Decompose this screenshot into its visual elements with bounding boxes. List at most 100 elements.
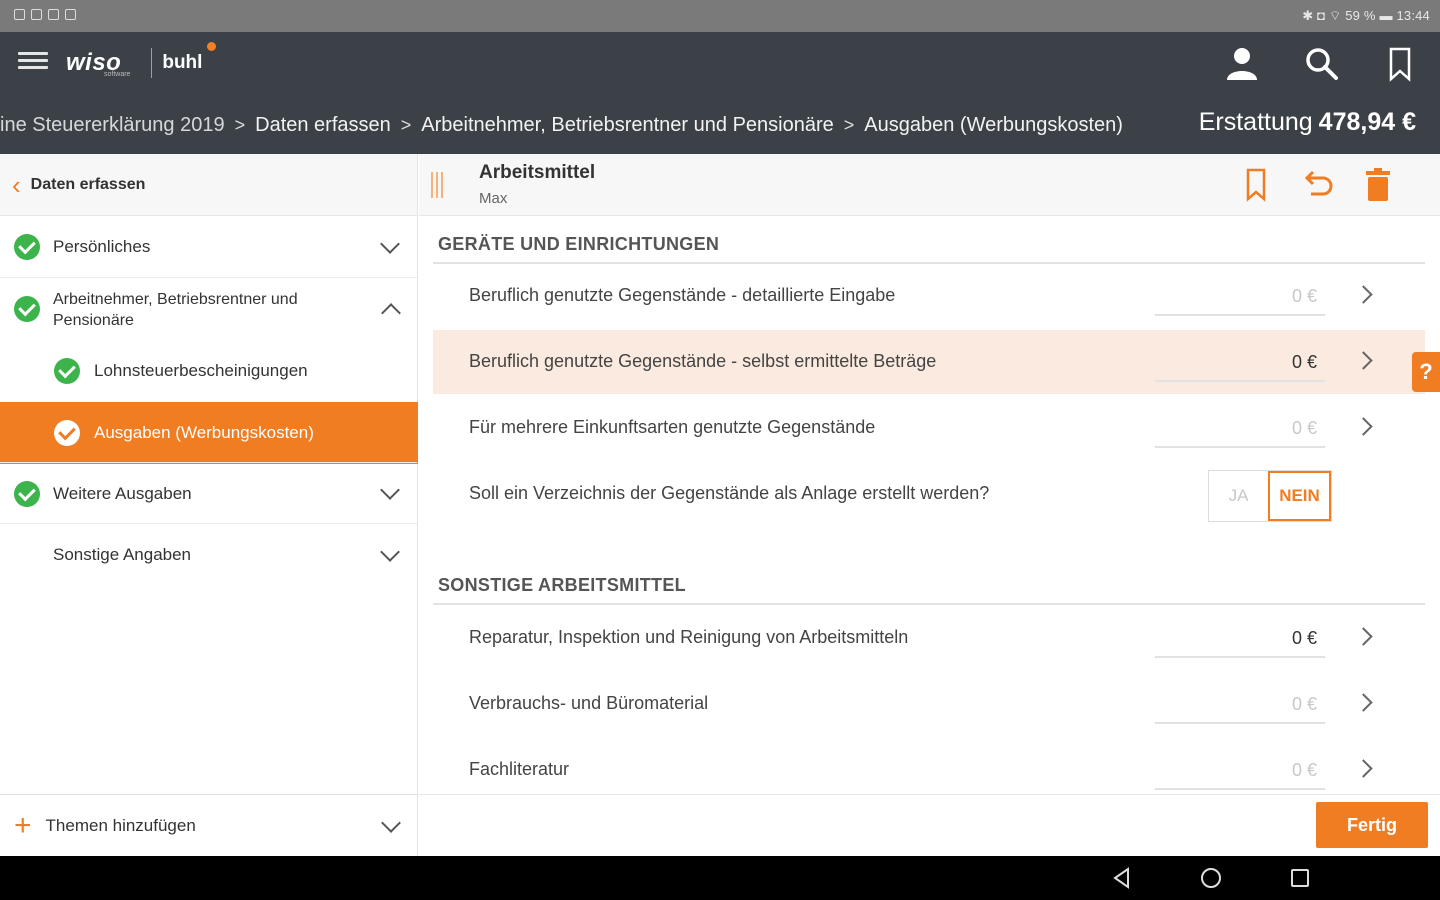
item-label: Fachliteratur [469,759,570,779]
sidebar-item-ausgaben[interactable]: Ausgaben (Werbungskosten) [0,402,418,464]
home-circle-icon[interactable] [1199,866,1223,890]
breadcrumb-item[interactable]: Daten erfassen [255,114,391,137]
breadcrumb-separator-icon: > [843,114,855,135]
status-info: ✱ ◘ ⌔ 59 % ▬ 13:44 [1302,8,1430,23]
chevron-right-icon [1354,627,1373,646]
item-label: Reparatur, Inspektion und Reinigung von … [469,627,909,647]
amount-field[interactable]: 0 € [1155,344,1325,382]
list-item[interactable]: Beruflich genutzte Gegenstände - selbst … [433,330,1425,394]
bookmark-icon[interactable] [1237,166,1275,204]
list-item[interactable]: Verbrauchs- und Büromaterial 0 € [433,672,1425,736]
status-bar: ✱ ◘ ⌔ 59 % ▬ 13:44 [0,0,1440,32]
sidebar-item-label: Persönliches [53,237,151,256]
chevron-down-icon [380,233,400,254]
main-panel: Arbeitsmittel Max GERÄTE UND EINRICHTUNG… [419,154,1440,856]
chevron-down-icon [381,812,401,833]
list-item[interactable]: Fachliteratur 0 € [433,738,1425,802]
page-title: Arbeitsmittel [479,162,596,183]
amount-field[interactable]: 0 € [1155,620,1325,658]
breadcrumb-separator-icon: > [234,114,246,135]
item-label: Verbrauchs- und Büromaterial [469,693,709,713]
section-title: GERÄTE UND EINRICHTUNGEN [438,234,720,254]
section-divider [433,603,1425,605]
chevron-down-icon [380,480,400,500]
sidebar-item-weitere-ausgaben[interactable]: Weitere Ausgaben [0,462,417,524]
check-icon [54,358,80,384]
page-footer: Fertig [419,794,1440,856]
breadcrumb-item[interactable]: ine Steuererklärung 2019 [0,114,225,137]
item-label: Soll ein Verzeichnis der Gegenstände als… [469,483,990,503]
breadcrumb-separator-icon: > [400,114,412,135]
notification-icons [14,9,76,20]
back-button[interactable]: ‹ Daten erfassen [0,154,417,216]
check-icon [54,420,80,446]
toggle-yes[interactable]: JA [1209,471,1268,521]
app-logo: wiso software buhl [66,42,217,80]
logo-dot [207,42,217,51]
chevron-right-icon [1354,285,1373,304]
logo-sub: software [104,71,131,78]
sidebar-item-label: Arbeitnehmer, Betriebsrentner und Pensio… [53,291,298,329]
sidebar-item-sonstige-angaben[interactable]: Sonstige Angaben [0,524,417,586]
item-label: Beruflich genutzte Gegenstände - detaill… [469,285,896,305]
chevron-up-icon [381,303,401,323]
item-label: Für mehrere Einkunftsarten genutzte Gege… [469,417,876,437]
done-button[interactable]: Fertig [1316,802,1428,848]
sidebar-item-lohnsteuer[interactable]: Lohnsteuerbescheinigungen [0,340,418,402]
page-header: Arbeitsmittel Max [419,154,1440,216]
chevron-right-icon [1354,693,1373,712]
amount-field[interactable]: 0 € [1155,410,1325,448]
search-icon[interactable] [1302,44,1342,84]
drag-handle-icon[interactable] [431,172,445,198]
recents-square-icon[interactable] [1288,866,1312,890]
chevron-left-icon: ‹ [12,169,21,200]
section-title: SONSTIGE ARBEITSMITTEL [438,575,686,595]
back-label: Daten erfassen [30,175,146,193]
chevron-right-icon [1354,759,1373,778]
trash-icon[interactable] [1359,166,1397,204]
toggle-no[interactable]: NEIN [1268,471,1331,521]
sidebar: ‹ Daten erfassen Persönliches Arbeitnehm… [0,154,418,856]
chevron-right-icon [1354,351,1373,370]
amount-field[interactable]: 0 € [1155,752,1325,790]
check-icon [14,481,40,507]
yes-no-toggle: JA NEIN [1208,470,1332,522]
refund-summary[interactable]: Erstattung 478,94 € [1199,108,1416,137]
system-nav-bar [0,856,1440,900]
sidebar-item-label: Weitere Ausgaben [53,484,192,503]
app-header: wiso software buhl ine Steuererklärung 2… [0,32,1440,154]
check-icon [14,234,40,260]
user-icon[interactable] [1222,44,1262,84]
sidebar-item-label: Sonstige Angaben [53,545,192,564]
breadcrumb-item[interactable]: Arbeitnehmer, Betriebsrentner und Pensio… [421,114,833,137]
back-triangle-icon[interactable] [1110,866,1134,890]
logo-separator [151,48,153,78]
logo-product: buhl [162,52,203,73]
list-item[interactable]: Beruflich genutzte Gegenstände - detaill… [433,264,1425,328]
undo-icon[interactable] [1299,166,1337,204]
bookmark-icon[interactable] [1380,44,1420,84]
breadcrumb: ine Steuererklärung 2019 > Daten erfasse… [0,110,1123,140]
sidebar-item-label: Lohnsteuerbescheinigungen [94,361,308,380]
sidebar-item-label: Ausgaben (Werbungskosten) [94,423,314,442]
help-tab: ? [1412,340,1440,404]
sidebar-item-arbeitnehmer[interactable]: Arbeitnehmer, Betriebsrentner und Pensio… [0,278,418,340]
amount-field[interactable]: 0 € [1155,278,1325,316]
list-item[interactable]: Für mehrere Einkunftsarten genutzte Gege… [433,396,1425,460]
amount-field[interactable]: 0 € [1155,686,1325,724]
add-topics-label: Themen hinzufügen [45,815,196,835]
check-icon [14,296,40,322]
sidebar-item-persoenliches[interactable]: Persönliches [0,216,417,278]
chevron-right-icon [1354,417,1373,436]
list-item-toggle: Soll ein Verzeichnis der Gegenstände als… [433,462,1425,526]
refund-label: Erstattung [1198,108,1313,136]
add-topics-button[interactable]: + Themen hinzufügen [0,794,418,856]
help-button[interactable]: ? [1412,352,1440,392]
plus-icon: + [14,808,32,842]
list-item[interactable]: Reparatur, Inspektion und Reinigung von … [433,606,1425,670]
menu-icon[interactable] [18,52,48,72]
item-label: Beruflich genutzte Gegenstände - selbst … [469,351,937,371]
refund-value: 478,94 € [1318,108,1416,136]
breadcrumb-item[interactable]: Ausgaben (Werbungskosten) [864,114,1123,137]
sidebar-group-arbeitnehmer: Arbeitnehmer, Betriebsrentner und Pensio… [0,278,418,464]
